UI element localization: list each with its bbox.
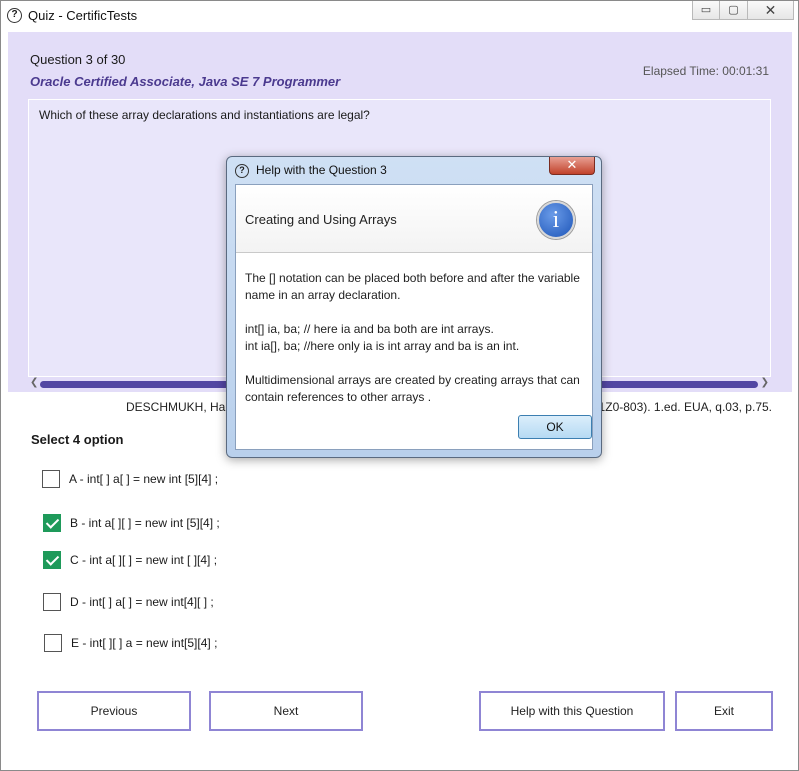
reference-left: DESCHMUKH, Hand xyxy=(126,400,239,414)
certification-title: Oracle Certified Associate, Java SE 7 Pr… xyxy=(30,74,341,89)
question-number: Question 3 of 30 xyxy=(30,52,126,67)
option-a-checkbox[interactable] xyxy=(42,470,60,488)
option-c-checkbox[interactable] xyxy=(43,551,61,569)
option-c-label: C - int a[ ][ ] = new int [ ][4] ; xyxy=(70,553,218,567)
option-b-label: B - int a[ ][ ] = new int [5][4] ; xyxy=(70,516,220,530)
minimize-button[interactable]: ▭ xyxy=(692,1,720,20)
dialog-code-line-1: int[] ia, ba; // here ia and ba both are… xyxy=(245,322,494,336)
option-e-checkbox[interactable] xyxy=(44,634,62,652)
dialog-title: Help with the Question 3 xyxy=(256,163,387,177)
option-a-label: A - int[ ] a[ ] = new int [5][4] ; xyxy=(69,472,219,486)
ok-button[interactable]: OK xyxy=(518,415,592,439)
exit-button[interactable]: Exit xyxy=(675,691,773,731)
option-c[interactable]: C - int a[ ][ ] = new int [ ][4] ; xyxy=(43,551,217,569)
dialog-body: Creating and Using Arrays i The [] notat… xyxy=(235,184,593,450)
dialog-paragraph-2: Multidimensional arrays are created by c… xyxy=(245,373,580,404)
option-e[interactable]: E - int[ ][ ] a = new int[5][4] ; xyxy=(44,634,217,652)
question-text: Which of these array declarations and in… xyxy=(39,108,370,122)
option-d-checkbox[interactable] xyxy=(43,593,61,611)
dialog-heading: Creating and Using Arrays xyxy=(245,212,397,227)
previous-button[interactable]: Previous xyxy=(37,691,191,731)
dialog-paragraph-1: The [] notation can be placed both befor… xyxy=(245,271,580,302)
help-button[interactable]: Help with this Question xyxy=(479,691,665,731)
window-title: Quiz - CertificTests xyxy=(28,8,138,23)
next-button[interactable]: Next xyxy=(209,691,363,731)
maximize-button[interactable]: ▢ xyxy=(720,1,748,20)
option-b-checkbox[interactable] xyxy=(43,514,61,532)
select-count-label: Select 4 option xyxy=(31,432,124,447)
question-help-icon: ? xyxy=(7,8,22,23)
close-button[interactable]: ✕ xyxy=(748,1,794,20)
option-e-label: E - int[ ][ ] a = new int[5][4] ; xyxy=(71,636,218,650)
scroll-left-icon[interactable]: ❮ xyxy=(30,377,38,388)
scroll-right-icon[interactable]: ❯ xyxy=(761,377,769,388)
info-icon: i xyxy=(537,201,575,239)
option-b[interactable]: B - int a[ ][ ] = new int [5][4] ; xyxy=(43,514,220,532)
elapsed-time: Elapsed Time: 00:01:31 xyxy=(642,64,769,78)
title-bar: ? Quiz - CertificTests ▭ ▢ ✕ xyxy=(1,1,798,29)
option-a[interactable]: A - int[ ] a[ ] = new int [5][4] ; xyxy=(42,470,218,488)
dialog-question-icon: ? xyxy=(235,164,249,178)
reference-right: (1Z0-803). 1.ed. EUA, q.03, p.75. xyxy=(594,400,772,414)
window-controls: ▭ ▢ ✕ xyxy=(692,1,794,21)
dialog-code-line-2: int ia[], ba; //here only ia is int arra… xyxy=(245,339,520,353)
help-dialog: ? Help with the Question 3 ✕ Creating an… xyxy=(226,156,602,458)
dialog-header: Creating and Using Arrays i xyxy=(236,185,592,253)
dialog-close-button[interactable]: ✕ xyxy=(549,157,595,175)
option-d-label: D - int[ ] a[ ] = new int[4][ ] ; xyxy=(70,595,214,609)
option-d[interactable]: D - int[ ] a[ ] = new int[4][ ] ; xyxy=(43,593,214,611)
